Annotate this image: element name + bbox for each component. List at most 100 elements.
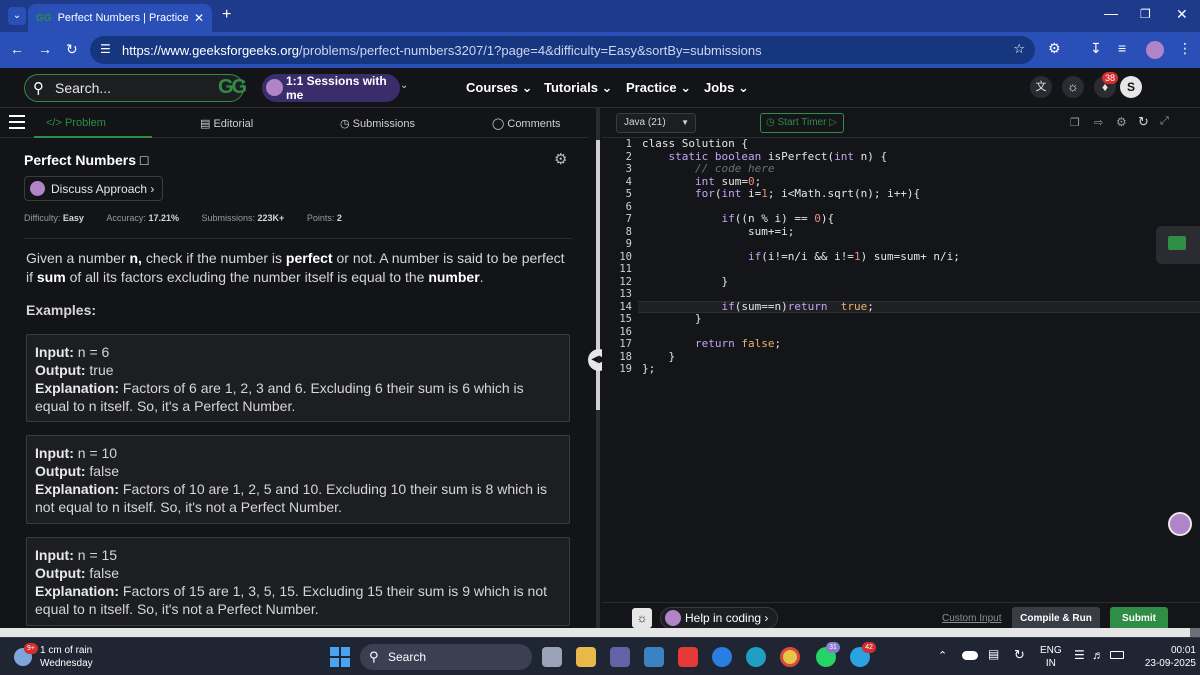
settings-icon[interactable]: ⚙ xyxy=(1116,115,1127,129)
problem-title: Perfect Numbers □ xyxy=(24,152,149,168)
code-line: sum+=i; xyxy=(642,224,795,238)
nav-jobs[interactable]: Jobs ⌄ xyxy=(704,80,749,96)
tab-submissions[interactable]: ◷ Submissions xyxy=(340,117,415,130)
help-coding-button[interactable]: Help in coding › xyxy=(660,607,778,629)
back-icon[interactable]: ← xyxy=(10,41,24,57)
accuracy-value: 17.21% xyxy=(148,213,179,223)
submissions-value: 223K+ xyxy=(257,213,285,223)
difficulty-value: Easy xyxy=(62,213,84,223)
translate-icon[interactable]: 文 xyxy=(1030,76,1052,98)
start-timer-button[interactable]: ◷ Start Timer ▷ xyxy=(760,113,844,133)
wifi-icon[interactable]: ☰ xyxy=(1074,648,1085,662)
code-line: } xyxy=(642,349,676,363)
extensions-icon[interactable]: ⚙ xyxy=(1048,40,1061,57)
bookmark-star-icon[interactable]: ☆ xyxy=(1013,41,1025,57)
custom-input-link[interactable]: Custom Input xyxy=(942,613,1001,624)
problem-stats: Difficulty: Easy Accuracy: 17.21% Submis… xyxy=(24,213,342,223)
line-number: 19 xyxy=(619,363,632,375)
reload-icon[interactable]: ↻ xyxy=(66,41,78,58)
windows-start-icon[interactable] xyxy=(330,647,350,667)
user-avatar[interactable]: S xyxy=(1120,76,1142,98)
tab-problem[interactable]: </> Problem xyxy=(46,117,106,129)
line-number-gutter: 1 2 3 4 5 6 7 8 9 10 11 12 13 14 15 16 17 18 19 xyxy=(602,138,638,608)
export-icon[interactable]: ⇨ xyxy=(1094,116,1103,129)
clock[interactable]: 00:01 23-09-2025 xyxy=(1132,644,1196,670)
browser-tab-strip: ⌄ GG Perfect Numbers | Practice | Ge ✕ +… xyxy=(0,0,1200,32)
reading-list-icon[interactable]: ≡ xyxy=(1118,40,1126,56)
task-view-icon[interactable] xyxy=(542,647,562,667)
nav-courses[interactable]: Courses ⌄ xyxy=(466,80,533,96)
url-path: /problems/perfect-numbers3207/1?page=4&d… xyxy=(299,42,762,58)
url-host: https://www.geeksforgeeks.org xyxy=(122,42,300,58)
copy-icon[interactable]: ❐ xyxy=(1070,116,1080,129)
fullscreen-icon[interactable]: ⤢ xyxy=(1160,115,1169,128)
line-number: 14 xyxy=(619,300,632,313)
weather-text[interactable]: 1 cm of rain Wednesday xyxy=(40,644,93,670)
chrome-icon[interactable] xyxy=(780,647,800,667)
store-icon[interactable] xyxy=(644,647,664,667)
search-placeholder: Search... xyxy=(55,80,112,96)
edge-icon[interactable] xyxy=(746,647,766,667)
floating-avatar[interactable] xyxy=(1168,512,1192,536)
floating-chat-button[interactable] xyxy=(1156,226,1200,264)
new-tab-icon[interactable]: + xyxy=(222,6,231,24)
restore-icon[interactable]: ❐ xyxy=(1140,7,1151,21)
points-value: 2 xyxy=(336,213,342,223)
chat-icon xyxy=(1168,236,1186,250)
editor-toolbar: Java (21) ▼ ◷ Start Timer ▷ ❐ ⇨ ⚙ ↻ ⤢ xyxy=(602,108,1200,138)
report-bug-icon[interactable]: ⚙ xyxy=(554,150,567,168)
code-line: return false; xyxy=(694,337,782,350)
sessions-chevron-icon[interactable]: ⌄ xyxy=(400,80,408,91)
sessions-button[interactable]: 1:1 Sessions with me xyxy=(262,74,400,102)
reset-icon[interactable]: ↻ xyxy=(1138,114,1149,130)
sync-icon[interactable]: ↻ xyxy=(1014,647,1025,663)
language-indicator[interactable]: ENG IN xyxy=(1040,644,1062,670)
discuss-approach-button[interactable]: Discuss Approach › xyxy=(24,176,163,201)
code-area[interactable]: class Solution { static boolean isPerfec… xyxy=(642,137,1200,376)
teams-icon[interactable] xyxy=(610,647,630,667)
minimize-icon[interactable]: — xyxy=(1104,5,1118,21)
battery-icon[interactable] xyxy=(1110,651,1124,659)
nav-tutorials[interactable]: Tutorials ⌄ xyxy=(544,80,612,96)
address-bar[interactable]: ☰ https://www.geeksforgeeks.org/problems… xyxy=(90,36,1035,64)
page-scrollbar[interactable] xyxy=(0,628,1200,637)
taskbar-search[interactable]: ⚲ Search xyxy=(360,644,532,670)
youtube-icon[interactable] xyxy=(678,647,698,667)
line-number: 15 xyxy=(619,313,632,325)
code-line: } xyxy=(642,274,729,288)
notification-count: 38 xyxy=(1102,72,1118,84)
browser-menu-icon[interactable]: ⋮ xyxy=(1178,40,1192,57)
hamburger-icon[interactable] xyxy=(9,115,25,129)
gfg-logo[interactable]: GG xyxy=(218,76,247,99)
line-number: 8 xyxy=(625,225,632,238)
theme-toggle-icon[interactable]: ☼ xyxy=(1062,76,1084,98)
tab-editorial[interactable]: ▤ Editorial xyxy=(200,117,253,130)
language-select[interactable]: Java (21) ▼ xyxy=(616,113,696,133)
tab-menu-icon[interactable]: ⌄ xyxy=(8,7,26,25)
code-editor-panel: Java (21) ▼ ◷ Start Timer ▷ ❐ ⇨ ⚙ ↻ ⤢ 123… xyxy=(602,108,1200,632)
close-window-icon[interactable]: ✕ xyxy=(1176,6,1188,23)
volume-icon[interactable]: ♬ xyxy=(1092,648,1104,662)
windows-taskbar: 9+ 1 cm of rain Wednesday ⚲ Search 31 42… xyxy=(0,637,1200,675)
clipboard-icon[interactable]: ▤ xyxy=(988,647,999,661)
site-info-icon[interactable]: ☰ xyxy=(100,42,111,56)
browser-tab[interactable]: GG Perfect Numbers | Practice | Ge ✕ xyxy=(28,4,212,32)
line-number: 3 xyxy=(625,163,632,175)
tray-chevron-icon[interactable]: ⌃ xyxy=(938,649,947,662)
onedrive-icon[interactable] xyxy=(962,651,978,660)
code-line: for(int i=1; i<Math.sqrt(n); i++){ xyxy=(694,187,921,200)
page-scrollbar-thumb[interactable] xyxy=(1190,628,1200,637)
forward-icon[interactable]: → xyxy=(38,41,52,57)
nav-practice[interactable]: Practice ⌄ xyxy=(626,80,691,96)
example-card: Input: n = 15 Output: false Explanation:… xyxy=(26,537,570,626)
bulb-icon[interactable]: ☼ xyxy=(632,608,652,628)
mentor-avatar xyxy=(266,79,283,96)
notion-icon[interactable] xyxy=(712,647,732,667)
downloads-icon[interactable]: ↧ xyxy=(1090,40,1102,57)
profile-avatar[interactable] xyxy=(1146,41,1164,59)
close-tab-icon[interactable]: ✕ xyxy=(194,11,204,25)
file-explorer-icon[interactable] xyxy=(576,647,596,667)
tab-comments[interactable]: ◯ Comments xyxy=(492,117,561,130)
problem-tabs: </> Problem ▤ Editorial ◷ Submissions ◯ … xyxy=(0,108,588,138)
site-search-input[interactable]: ⚲ Search... xyxy=(24,74,244,102)
